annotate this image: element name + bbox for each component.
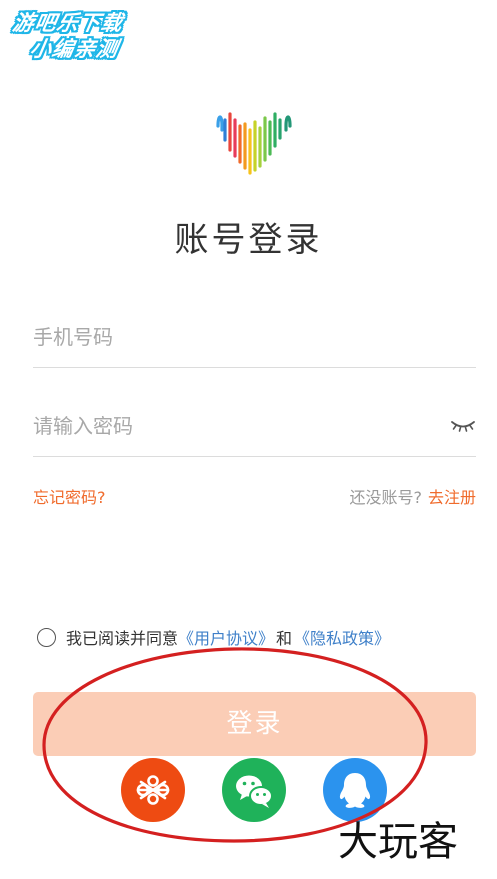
forgot-password-link[interactable]: 忘记密码? — [33, 484, 106, 508]
watermark-top: 游吧乐下载 小编亲测 — [5, 10, 153, 68]
password-input[interactable] — [33, 397, 433, 455]
wechat-icon — [236, 775, 273, 808]
eye-closed-icon[interactable] — [450, 415, 476, 435]
watermark-bottom: 大玩客 — [338, 819, 458, 865]
privacy-policy-link[interactable]: 《隐私政策》 — [294, 625, 390, 649]
qq-penguin-icon — [339, 773, 371, 808]
agreement-prefix: 我已阅读并同意 — [66, 629, 179, 648]
social-login-unicom[interactable] — [121, 758, 185, 822]
rainbow-soundwave-heart-icon — [216, 112, 292, 175]
china-unicom-knot-icon — [136, 775, 170, 805]
agreement-and: 和 — [276, 629, 293, 648]
user-agreement-link[interactable]: 《用户协议》 — [178, 625, 274, 649]
agreement-radio[interactable] — [37, 627, 56, 647]
social-login-wechat[interactable] — [222, 758, 286, 822]
agreement-row: 我已阅读并同意 《用户协议》 和 《隐私政策》 — [37, 625, 390, 649]
phone-input[interactable] — [33, 308, 433, 366]
page-title: 账号登录 — [174, 220, 323, 260]
watermark-line-2: 小编亲测 — [28, 37, 121, 61]
register-link[interactable]: 去注册 — [428, 488, 476, 507]
watermark-line-1: 游吧乐下载 — [10, 11, 125, 35]
register-row: 还没账号? 去注册 — [349, 484, 476, 508]
social-login-qq[interactable] — [323, 758, 387, 822]
phone-field-row — [33, 308, 476, 368]
no-account-hint: 还没账号? — [349, 488, 422, 507]
password-field-row — [33, 397, 476, 457]
login-button[interactable]: 登录 — [33, 692, 476, 756]
